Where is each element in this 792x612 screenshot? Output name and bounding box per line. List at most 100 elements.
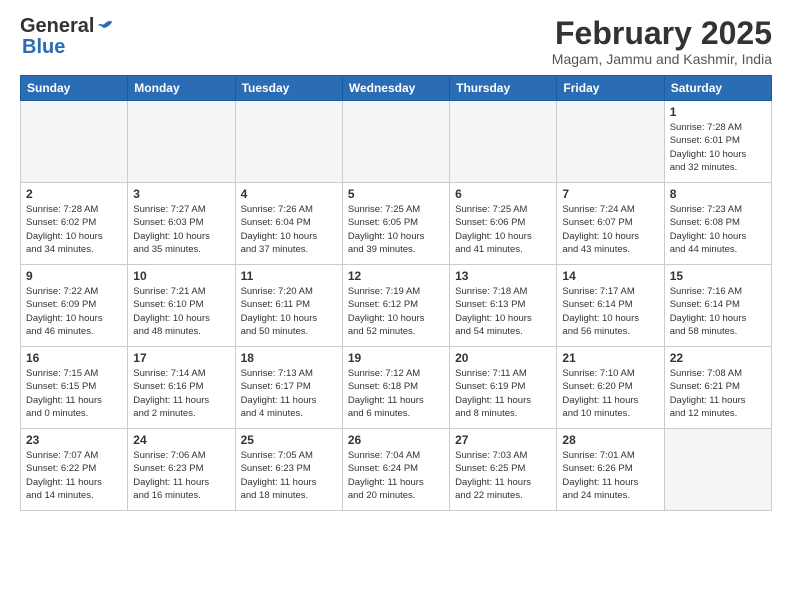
calendar-cell: 5 Sunrise: 7:25 AM Sunset: 6:05 PM Daylig… (342, 183, 449, 265)
calendar-cell: 12 Sunrise: 7:19 AM Sunset: 6:12 PM Dayli… (342, 265, 449, 347)
calendar-cell: 19Sunrise: 7:12 AM Sunset: 6:18 PM Dayli… (342, 347, 449, 429)
calendar-cell (21, 101, 128, 183)
day-info: Sunrise: 7:14 AM Sunset: 6:16 PM Dayligh… (133, 367, 229, 420)
calendar-cell: 8 Sunrise: 7:23 AM Sunset: 6:08 PM Daylig… (664, 183, 771, 265)
day-info: Sunrise: 7:16 AM Sunset: 6:14 PM Dayligh… (670, 285, 766, 338)
calendar-cell: 20Sunrise: 7:11 AM Sunset: 6:19 PM Dayli… (450, 347, 557, 429)
calendar-cell: 22 Sunrise: 7:08 AM Sunset: 6:21 PM Dayli… (664, 347, 771, 429)
day-info: Sunrise: 7:27 AM Sunset: 6:03 PM Dayligh… (133, 203, 229, 256)
day-info: Sunrise: 7:01 AM Sunset: 6:26 PM Dayligh… (562, 449, 658, 502)
location: Magam, Jammu and Kashmir, India (552, 51, 772, 67)
day-info: Sunrise: 7:05 AM Sunset: 6:23 PM Dayligh… (241, 449, 337, 502)
day-info: Sunrise: 7:26 AM Sunset: 6:04 PM Dayligh… (241, 203, 337, 256)
day-info: Sunrise: 7:28 AM Sunset: 6:02 PM Dayligh… (26, 203, 122, 256)
calendar-cell: 15 Sunrise: 7:16 AM Sunset: 6:14 PM Dayli… (664, 265, 771, 347)
calendar-cell: 6Sunrise: 7:25 AM Sunset: 6:06 PM Daylig… (450, 183, 557, 265)
day-number: 18 (241, 351, 337, 365)
calendar-cell: 1 Sunrise: 7:28 AM Sunset: 6:01 PM Daylig… (664, 101, 771, 183)
day-number: 9 (26, 269, 122, 283)
day-of-week-wednesday: Wednesday (342, 76, 449, 101)
day-info: Sunrise: 7:19 AM Sunset: 6:12 PM Dayligh… (348, 285, 444, 338)
calendar-cell (557, 101, 664, 183)
calendar-cell: 4 Sunrise: 7:26 AM Sunset: 6:04 PM Daylig… (235, 183, 342, 265)
calendar-cell: 26Sunrise: 7:04 AM Sunset: 6:24 PM Dayli… (342, 429, 449, 511)
day-number: 25 (241, 433, 337, 447)
day-info: Sunrise: 7:25 AM Sunset: 6:05 PM Dayligh… (348, 203, 444, 256)
calendar-cell: 10Sunrise: 7:21 AM Sunset: 6:10 PM Dayli… (128, 265, 235, 347)
calendar-cell: 7 Sunrise: 7:24 AM Sunset: 6:07 PM Daylig… (557, 183, 664, 265)
logo: General Blue (20, 16, 114, 59)
calendar-week-row: 2 Sunrise: 7:28 AM Sunset: 6:02 PM Daylig… (21, 183, 772, 265)
day-of-week-monday: Monday (128, 76, 235, 101)
day-info: Sunrise: 7:08 AM Sunset: 6:21 PM Dayligh… (670, 367, 766, 420)
day-number: 8 (670, 187, 766, 201)
day-info: Sunrise: 7:07 AM Sunset: 6:22 PM Dayligh… (26, 449, 122, 502)
day-number: 12 (348, 269, 444, 283)
calendar-header-row: SundayMondayTuesdayWednesdayThursdayFrid… (21, 76, 772, 101)
page: General Blue February 2025 Magam, Jammu … (0, 0, 792, 612)
day-info: Sunrise: 7:25 AM Sunset: 6:06 PM Dayligh… (455, 203, 551, 256)
day-number: 10 (133, 269, 229, 283)
calendar-week-row: 16 Sunrise: 7:15 AM Sunset: 6:15 PM Dayli… (21, 347, 772, 429)
day-info: Sunrise: 7:11 AM Sunset: 6:19 PM Dayligh… (455, 367, 551, 420)
day-number: 5 (348, 187, 444, 201)
day-number: 21 (562, 351, 658, 365)
day-of-week-friday: Friday (557, 76, 664, 101)
day-info: Sunrise: 7:28 AM Sunset: 6:01 PM Dayligh… (670, 121, 766, 174)
calendar-cell (450, 101, 557, 183)
day-number: 11 (241, 269, 337, 283)
calendar-cell (664, 429, 771, 511)
day-info: Sunrise: 7:10 AM Sunset: 6:20 PM Dayligh… (562, 367, 658, 420)
calendar-cell: 2 Sunrise: 7:28 AM Sunset: 6:02 PM Daylig… (21, 183, 128, 265)
day-info: Sunrise: 7:22 AM Sunset: 6:09 PM Dayligh… (26, 285, 122, 338)
day-number: 27 (455, 433, 551, 447)
day-number: 3 (133, 187, 229, 201)
day-number: 2 (26, 187, 122, 201)
calendar-cell (235, 101, 342, 183)
day-number: 4 (241, 187, 337, 201)
day-number: 1 (670, 105, 766, 119)
day-info: Sunrise: 7:20 AM Sunset: 6:11 PM Dayligh… (241, 285, 337, 338)
calendar-cell (128, 101, 235, 183)
logo-bird-icon (96, 18, 114, 36)
day-info: Sunrise: 7:06 AM Sunset: 6:23 PM Dayligh… (133, 449, 229, 502)
calendar-week-row: 23Sunrise: 7:07 AM Sunset: 6:22 PM Dayli… (21, 429, 772, 511)
day-of-week-saturday: Saturday (664, 76, 771, 101)
calendar-cell: 9 Sunrise: 7:22 AM Sunset: 6:09 PM Daylig… (21, 265, 128, 347)
calendar-cell: 16 Sunrise: 7:15 AM Sunset: 6:15 PM Dayli… (21, 347, 128, 429)
calendar-cell: 14 Sunrise: 7:17 AM Sunset: 6:14 PM Dayli… (557, 265, 664, 347)
logo-blue-text: Blue (22, 36, 65, 58)
calendar-cell: 24 Sunrise: 7:06 AM Sunset: 6:23 PM Dayli… (128, 429, 235, 511)
day-number: 14 (562, 269, 658, 283)
calendar-cell: 17Sunrise: 7:14 AM Sunset: 6:16 PM Dayli… (128, 347, 235, 429)
day-info: Sunrise: 7:24 AM Sunset: 6:07 PM Dayligh… (562, 203, 658, 256)
calendar-cell: 28Sunrise: 7:01 AM Sunset: 6:26 PM Dayli… (557, 429, 664, 511)
day-info: Sunrise: 7:23 AM Sunset: 6:08 PM Dayligh… (670, 203, 766, 256)
calendar-cell: 11 Sunrise: 7:20 AM Sunset: 6:11 PM Dayli… (235, 265, 342, 347)
header: General Blue February 2025 Magam, Jammu … (20, 16, 772, 67)
calendar-cell (342, 101, 449, 183)
day-number: 15 (670, 269, 766, 283)
day-info: Sunrise: 7:18 AM Sunset: 6:13 PM Dayligh… (455, 285, 551, 338)
calendar-cell: 27 Sunrise: 7:03 AM Sunset: 6:25 PM Dayli… (450, 429, 557, 511)
logo-general-text: General (20, 16, 94, 36)
day-of-week-thursday: Thursday (450, 76, 557, 101)
calendar-cell: 13Sunrise: 7:18 AM Sunset: 6:13 PM Dayli… (450, 265, 557, 347)
calendar: SundayMondayTuesdayWednesdayThursdayFrid… (20, 75, 772, 511)
day-number: 24 (133, 433, 229, 447)
calendar-week-row: 1 Sunrise: 7:28 AM Sunset: 6:01 PM Daylig… (21, 101, 772, 183)
calendar-cell: 25 Sunrise: 7:05 AM Sunset: 6:23 PM Dayli… (235, 429, 342, 511)
day-info: Sunrise: 7:13 AM Sunset: 6:17 PM Dayligh… (241, 367, 337, 420)
calendar-cell: 3 Sunrise: 7:27 AM Sunset: 6:03 PM Daylig… (128, 183, 235, 265)
calendar-cell: 21 Sunrise: 7:10 AM Sunset: 6:20 PM Dayli… (557, 347, 664, 429)
title-block: February 2025 Magam, Jammu and Kashmir, … (552, 16, 772, 67)
calendar-cell: 23Sunrise: 7:07 AM Sunset: 6:22 PM Dayli… (21, 429, 128, 511)
day-info: Sunrise: 7:15 AM Sunset: 6:15 PM Dayligh… (26, 367, 122, 420)
day-number: 16 (26, 351, 122, 365)
day-of-week-tuesday: Tuesday (235, 76, 342, 101)
day-info: Sunrise: 7:03 AM Sunset: 6:25 PM Dayligh… (455, 449, 551, 502)
calendar-cell: 18 Sunrise: 7:13 AM Sunset: 6:17 PM Dayli… (235, 347, 342, 429)
day-info: Sunrise: 7:17 AM Sunset: 6:14 PM Dayligh… (562, 285, 658, 338)
day-number: 22 (670, 351, 766, 365)
day-number: 7 (562, 187, 658, 201)
